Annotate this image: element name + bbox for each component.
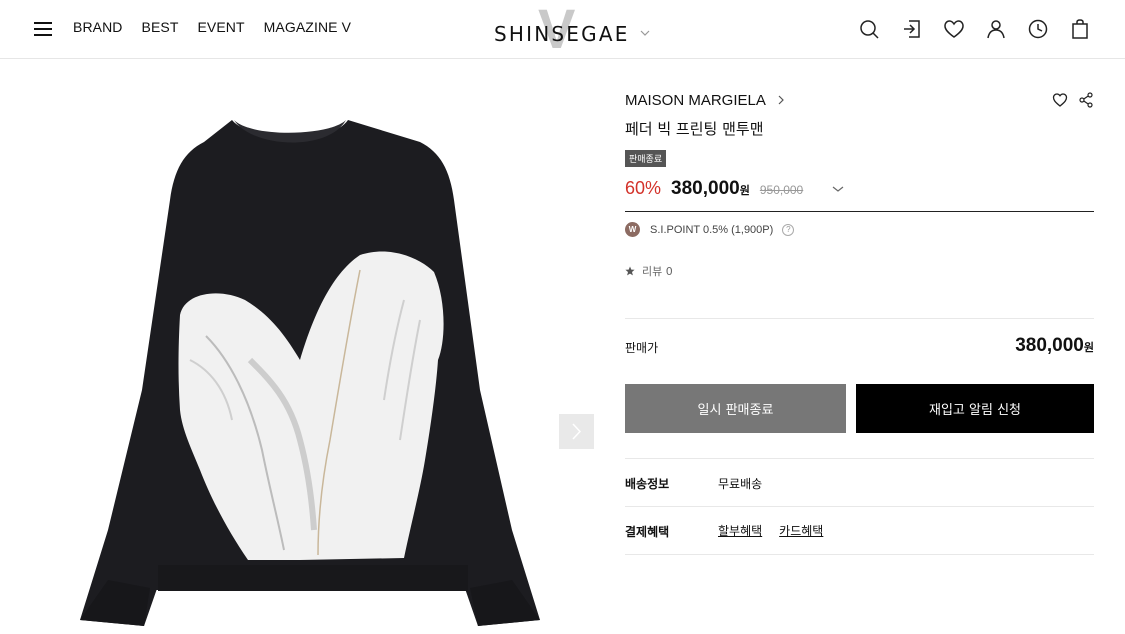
divider — [625, 506, 1094, 507]
chevron-down-icon[interactable] — [832, 184, 844, 194]
benefits-label: 결제혜택 — [625, 525, 670, 539]
brand-name: MAISON MARGIELA — [625, 92, 766, 109]
star-icon — [625, 266, 635, 276]
menu-icon[interactable] — [34, 20, 52, 36]
sell-price-currency: 원 — [1083, 341, 1094, 354]
product-name: 페더 빅 프린팅 맨투맨 — [625, 120, 764, 138]
main-nav: BRAND BEST EVENT MAGAZINE V — [73, 19, 351, 35]
chevron-right-icon — [778, 95, 785, 105]
sell-price-label: 판매가 — [625, 341, 659, 355]
review-info[interactable]: 리뷰 0 — [625, 263, 673, 279]
product-info: MAISON MARGIELA 페더 빅 프린팅 맨투맨 판매종료 60% 38… — [625, 0, 1094, 634]
installment-benefit-link[interactable]: 할부혜택 — [718, 522, 762, 539]
currency-unit: 원 — [739, 184, 750, 197]
card-benefit-link[interactable]: 카드혜택 — [779, 522, 823, 539]
sell-price-amount: 380,000 — [1015, 335, 1084, 356]
soldout-badge: 판매종료 — [625, 150, 667, 167]
next-image-button[interactable] — [559, 414, 594, 449]
chevron-right-icon — [572, 423, 582, 440]
point-text: S.I.POINT 0.5% (1,900P) — [650, 223, 774, 236]
delivery-label: 배송정보 — [625, 477, 670, 491]
divider — [625, 318, 1094, 319]
divider — [625, 458, 1094, 459]
restock-alert-button[interactable]: 재입고 알림 신청 — [856, 384, 1094, 433]
nav-best[interactable]: BEST — [142, 19, 179, 35]
sell-price: 380,000 원 — [1015, 335, 1094, 357]
original-price: 950,000 — [759, 183, 804, 197]
brand-link[interactable]: MAISON MARGIELA — [625, 92, 785, 109]
benefit-links: 할부혜택 카드혜택 — [718, 522, 840, 539]
review-count: 리뷰 0 — [642, 265, 673, 278]
nav-magazine-v[interactable]: MAGAZINE V — [264, 19, 351, 35]
sale-price: 380,000 — [671, 178, 740, 199]
product-actions — [1052, 92, 1094, 108]
discount-rate: 60% — [625, 178, 662, 198]
product-image — [80, 120, 540, 626]
delivery-value: 무료배송 — [718, 477, 763, 491]
soldout-button[interactable]: 일시 판매종료 — [625, 384, 846, 433]
product-gallery — [0, 60, 610, 634]
share-icon[interactable] — [1078, 92, 1094, 108]
divider — [625, 554, 1094, 555]
w-point-icon: W — [625, 222, 640, 237]
help-icon[interactable]: ? — [782, 223, 795, 236]
wishlist-heart-icon[interactable] — [1052, 92, 1068, 108]
divider — [625, 211, 1094, 212]
nav-brand[interactable]: BRAND — [73, 19, 123, 35]
nav-event[interactable]: EVENT — [197, 19, 244, 35]
price-row: 60% 380,000 원 950,000 — [625, 178, 803, 204]
logo-text: SHINSEGAE — [494, 22, 630, 46]
point-info: W S.I.POINT 0.5% (1,900P) ? — [625, 222, 795, 237]
